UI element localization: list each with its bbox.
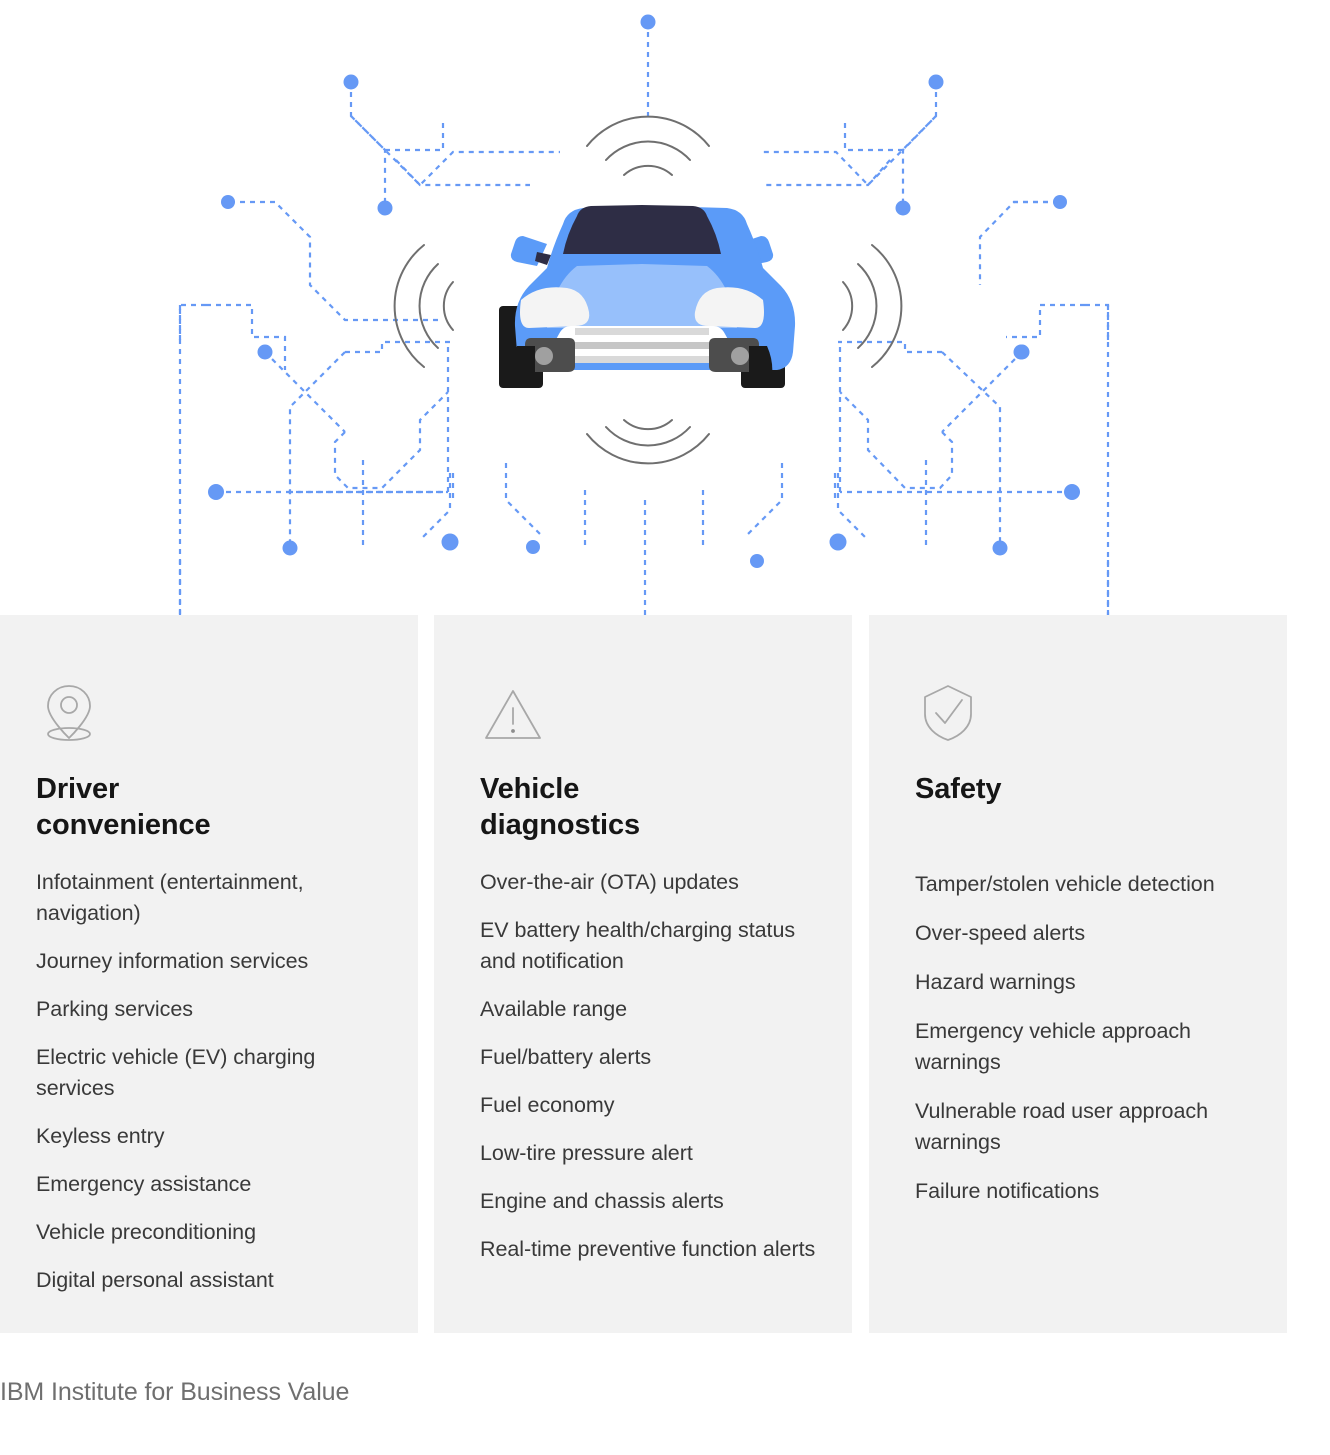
shield-check-icon: [924, 685, 972, 741]
feature-list-item: Low-tire pressure alert: [480, 1141, 693, 1165]
feature-list-item: Over-the-air (OTA) updates: [480, 870, 739, 894]
feature-list-item: Fuel/battery alerts: [480, 1045, 652, 1069]
fog-lamp-right: [731, 347, 749, 365]
feature-list-item: Emergency assistance: [36, 1172, 252, 1196]
infographic-root: Driver convenience Infotainment (enterta…: [0, 0, 1330, 1455]
feature-list-item: Over-speed alerts: [915, 921, 1086, 945]
card-driver-convenience: Driver convenience Infotainment (enterta…: [0, 615, 418, 1333]
warning-triangle-icon: [485, 690, 541, 739]
feature-list-item: Parking services: [36, 997, 193, 1021]
feature-list-item: Digital personal assistant: [36, 1268, 274, 1292]
feature-list-item: Tamper/stolen vehicle detection: [915, 872, 1215, 896]
feature-list: Over-the-air (OTA) updates EV battery hea…: [480, 867, 820, 1282]
card-title: Safety: [915, 773, 1002, 805]
car-front-icon: [499, 205, 796, 388]
feature-list-item: Real-time preventive function alerts: [480, 1237, 816, 1261]
card-title: Vehicle diagnostics: [480, 773, 641, 841]
category-cards: Driver convenience Infotainment (enterta…: [0, 615, 1330, 1333]
location-pin-icon: [47, 685, 91, 741]
feature-list-item: Available range: [480, 997, 628, 1021]
source-attribution: IBM Institute for Business Value: [0, 1378, 350, 1406]
card-safety: Safety Tamper/stolen vehicle detection Ov…: [869, 615, 1287, 1333]
bumper-shadow-left: [511, 346, 535, 382]
card-title: Driver convenience: [36, 773, 211, 841]
feature-list-item: EV battery health/charging status and no…: [480, 918, 796, 973]
windshield: [563, 205, 721, 254]
feature-list-item: Fuel economy: [480, 1093, 615, 1117]
feature-list-item: Vehicle preconditioning: [36, 1220, 256, 1244]
feature-list-item: Emergency vehicle approach warnings: [915, 1019, 1191, 1074]
grille-slats: [567, 328, 717, 363]
connected-vehicle-diagram: [0, 0, 1330, 664]
feature-list: Tamper/stolen vehicle detection Over-spee…: [915, 869, 1255, 1225]
feature-list-item: Electric vehicle (EV) charging services: [36, 1045, 316, 1100]
feature-list-item: Journey information services: [36, 949, 309, 973]
feature-list-item: Hazard warnings: [915, 970, 1076, 994]
fog-lamp-left: [535, 347, 553, 365]
feature-list-item: Vulnerable road user approach warnings: [915, 1099, 1208, 1154]
bumper-shadow-right: [749, 346, 773, 382]
feature-list-item: Engine and chassis alerts: [480, 1189, 724, 1213]
feature-list: Infotainment (entertainment, navigation)…: [36, 867, 386, 1313]
feature-list-item: Keyless entry: [36, 1124, 165, 1148]
feature-list-item: Infotainment (entertainment, navigation): [36, 870, 304, 925]
feature-list-item: Failure notifications: [915, 1179, 1100, 1203]
card-vehicle-diagnostics: Vehicle diagnostics Over-the-air (OTA) u…: [434, 615, 852, 1333]
